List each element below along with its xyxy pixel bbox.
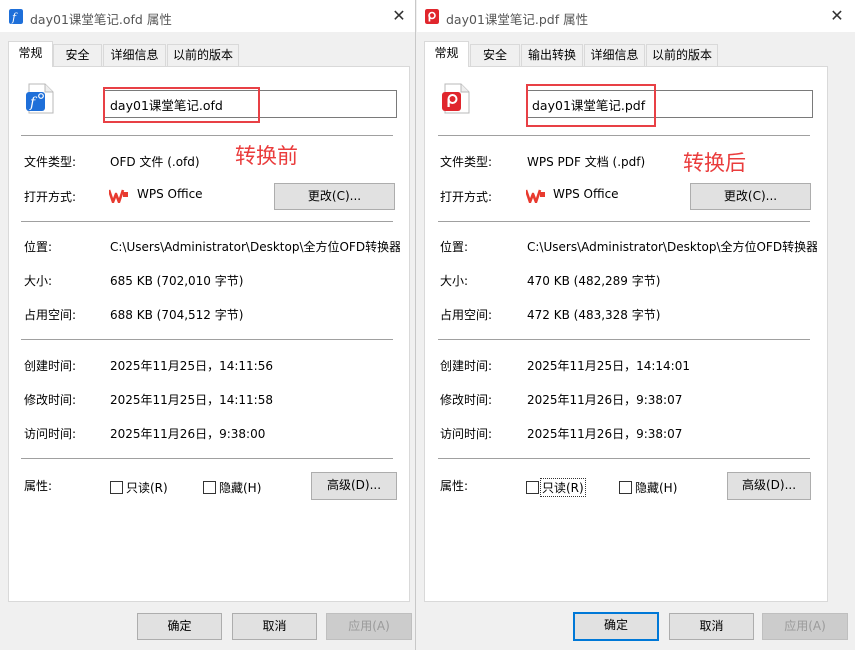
divider xyxy=(21,339,393,340)
divider xyxy=(438,221,810,222)
attributes-label: 属性: xyxy=(24,479,53,493)
created-value: 2025年11月25日，14:11:56 xyxy=(110,359,273,373)
size-value: 685 KB (702,010 字节) xyxy=(110,274,244,288)
ok-button[interactable]: 确定 xyxy=(573,612,659,641)
attributes-label: 属性: xyxy=(440,479,469,493)
general-panel: f day01课堂笔记.ofd 转换前 文件类型: OFD 文件 (.ofd) … xyxy=(8,66,410,602)
ofd-properties-dialog: f day01课堂笔记.ofd 属性 ✕ 常规 安全 详细信息 以前的版本 f … xyxy=(0,0,416,650)
file-type-label: 文件类型: xyxy=(440,155,493,169)
size-on-disk-label: 占用空间: xyxy=(440,308,493,322)
location-label: 位置: xyxy=(440,240,469,254)
hidden-checkbox[interactable] xyxy=(203,481,216,494)
hidden-checkbox[interactable] xyxy=(619,481,632,494)
highlight-box xyxy=(526,84,656,127)
opens-with-label: 打开方式: xyxy=(24,190,77,204)
modified-value: 2025年11月26日，9:38:07 xyxy=(527,393,683,407)
created-label: 创建时间: xyxy=(24,359,77,373)
location-value: C:\Users\Administrator\Desktop\全方位OFD转换器 xyxy=(110,240,400,254)
created-value: 2025年11月25日，14:14:01 xyxy=(527,359,690,373)
divider xyxy=(21,135,393,136)
file-type-value: OFD 文件 (.ofd) xyxy=(110,155,200,169)
accessed-label: 访问时间: xyxy=(24,427,77,441)
readonly-label[interactable]: 只读(R) xyxy=(540,478,586,497)
pdf-file-icon xyxy=(425,9,439,24)
location-label: 位置: xyxy=(24,240,53,254)
window-title: day01课堂笔记.ofd 属性 xyxy=(30,12,172,27)
hidden-label[interactable]: 隐藏(H) xyxy=(219,479,261,496)
tab-security[interactable]: 安全 xyxy=(53,44,102,66)
tab-previous-versions[interactable]: 以前的版本 xyxy=(167,44,239,66)
divider xyxy=(438,458,810,459)
opens-with-value: WPS Office xyxy=(553,187,619,201)
advanced-button[interactable]: 高级(D)... xyxy=(727,472,811,500)
size-value: 470 KB (482,289 字节) xyxy=(527,274,661,288)
tab-output-convert[interactable]: 输出转换 xyxy=(521,44,583,66)
apply-button[interactable]: 应用(A) xyxy=(762,613,848,640)
general-panel: day01课堂笔记.pdf 转换后 文件类型: WPS PDF 文档 (.pdf… xyxy=(424,66,828,602)
pdf-properties-dialog: day01课堂笔记.pdf 属性 ✕ 常规 安全 输出转换 详细信息 以前的版本… xyxy=(417,0,855,650)
readonly-checkbox[interactable] xyxy=(526,481,539,494)
divider xyxy=(21,458,393,459)
size-on-disk-value: 688 KB (704,512 字节) xyxy=(110,308,244,322)
readonly-label[interactable]: 只读(R) xyxy=(126,479,168,496)
change-button[interactable]: 更改(C)... xyxy=(690,183,811,210)
tab-details[interactable]: 详细信息 xyxy=(584,44,645,66)
tab-previous-versions[interactable]: 以前的版本 xyxy=(646,44,718,66)
location-value: C:\Users\Administrator\Desktop\全方位OFD转换器 xyxy=(527,240,817,254)
readonly-checkbox[interactable] xyxy=(110,481,123,494)
wps-logo-icon xyxy=(526,189,545,203)
change-button[interactable]: 更改(C)... xyxy=(274,183,395,210)
wps-logo-icon xyxy=(109,189,128,203)
close-icon[interactable]: ✕ xyxy=(827,6,847,26)
modified-value: 2025年11月25日，14:11:58 xyxy=(110,393,273,407)
opens-with-label: 打开方式: xyxy=(440,190,493,204)
modified-label: 修改时间: xyxy=(24,393,77,407)
close-icon[interactable]: ✕ xyxy=(389,6,409,26)
opens-with-value: WPS Office xyxy=(137,187,203,201)
created-label: 创建时间: xyxy=(440,359,493,373)
window-title: day01课堂笔记.pdf 属性 xyxy=(446,12,589,27)
highlight-box xyxy=(103,87,260,123)
title-bar: day01课堂笔记.pdf 属性 ✕ xyxy=(417,0,855,32)
divider xyxy=(21,221,393,222)
tab-details[interactable]: 详细信息 xyxy=(103,44,166,66)
annotation-before: 转换前 xyxy=(235,144,298,168)
file-type-label: 文件类型: xyxy=(24,155,77,169)
size-on-disk-value: 472 KB (483,328 字节) xyxy=(527,308,661,322)
annotation-after: 转换后 xyxy=(683,151,746,175)
advanced-button[interactable]: 高级(D)... xyxy=(311,472,397,500)
size-label: 大小: xyxy=(24,274,53,288)
ofd-file-icon: f xyxy=(26,83,54,114)
tab-general[interactable]: 常规 xyxy=(8,41,53,67)
title-bar: f day01课堂笔记.ofd 属性 ✕ xyxy=(0,0,415,32)
cancel-button[interactable]: 取消 xyxy=(232,613,317,640)
cancel-button[interactable]: 取消 xyxy=(669,613,754,640)
accessed-label: 访问时间: xyxy=(440,427,493,441)
accessed-value: 2025年11月26日，9:38:07 xyxy=(527,427,683,441)
divider xyxy=(438,135,810,136)
modified-label: 修改时间: xyxy=(440,393,493,407)
divider xyxy=(438,339,810,340)
tab-general[interactable]: 常规 xyxy=(424,41,469,67)
size-on-disk-label: 占用空间: xyxy=(24,308,77,322)
ofd-file-icon: f xyxy=(9,9,23,24)
accessed-value: 2025年11月26日，9:38:00 xyxy=(110,427,266,441)
hidden-label[interactable]: 隐藏(H) xyxy=(635,479,677,496)
apply-button[interactable]: 应用(A) xyxy=(326,613,412,640)
tab-security[interactable]: 安全 xyxy=(470,44,520,66)
size-label: 大小: xyxy=(440,274,469,288)
ok-button[interactable]: 确定 xyxy=(137,613,222,640)
pdf-file-icon xyxy=(442,83,470,114)
file-type-value: WPS PDF 文档 (.pdf) xyxy=(527,155,646,169)
